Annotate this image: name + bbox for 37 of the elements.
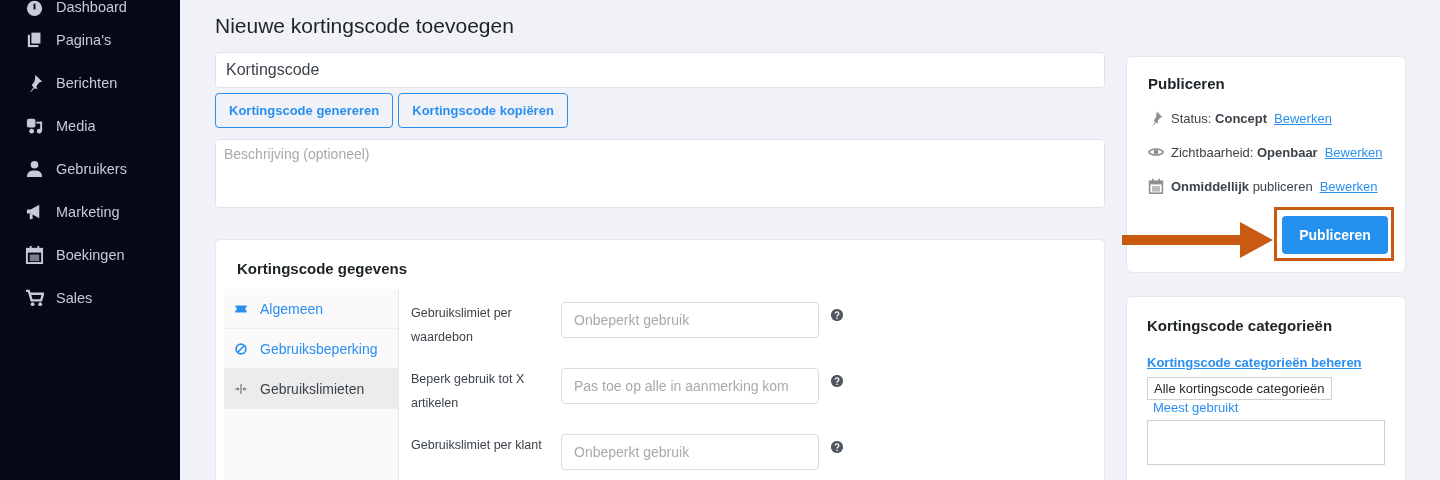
limits-icon xyxy=(234,381,248,396)
sidebar-item[interactable]: Dashboard xyxy=(0,0,180,18)
card-title: Kortingscode gegevens xyxy=(237,260,409,277)
category-tab[interactable]: Alle kortingscode categorieën xyxy=(1147,377,1332,400)
cart-icon xyxy=(25,288,44,307)
publish-info: Status: Concept xyxy=(1171,110,1268,126)
help-icon[interactable] xyxy=(831,375,843,387)
pages-icon xyxy=(25,30,44,49)
sidebar-item[interactable]: Gebruikers xyxy=(0,147,180,190)
card-title: Kortingscode categorieën xyxy=(1147,317,1334,334)
publish-info: Zichtbaarheid: Openbaar xyxy=(1171,144,1318,160)
limit-input-field[interactable]: Onbeperkt gebruik xyxy=(561,434,819,470)
code-input-field[interactable]: Kortingscode xyxy=(215,52,1105,88)
page-title: Nieuwe kortingscode toevoegen xyxy=(215,14,515,38)
description-field[interactable]: Beschrijving (optioneel) xyxy=(215,139,1105,208)
limit-input-field[interactable]: Onbeperkt gebruik xyxy=(561,302,819,338)
sidebar-item[interactable]: Pagina's xyxy=(0,18,180,61)
user-icon xyxy=(25,159,44,178)
card-title: Publiceren xyxy=(1148,75,1226,92)
limit-input-field[interactable]: Pas toe op alle in aanmerking kom xyxy=(561,368,819,404)
calendar-icon xyxy=(25,245,44,264)
publish-info: Onmiddellijk publiceren xyxy=(1171,178,1313,194)
sidebar-item[interactable]: Sales xyxy=(0,276,180,319)
sidebar-item[interactable]: Marketing xyxy=(0,190,180,233)
field-label: Beperk gebruik tot X artikelen xyxy=(411,371,526,412)
field-label: Gebruikslimiet per klant xyxy=(411,437,543,454)
sidebar-item[interactable]: Boekingen xyxy=(0,233,180,276)
settings-tab[interactable]: Gebruikslimieten xyxy=(224,369,398,409)
sidebar-item[interactable]: Berichten xyxy=(0,61,180,104)
help-icon[interactable] xyxy=(831,309,843,321)
sidebar-item[interactable]: Media xyxy=(0,104,180,147)
help-icon[interactable] xyxy=(831,441,843,453)
ban-icon xyxy=(234,341,248,356)
field-label: Gebruikslimiet per waardebon xyxy=(411,305,513,346)
calendar-icon xyxy=(1148,178,1164,194)
category-tab[interactable]: Meest gebruikt xyxy=(1147,400,1245,415)
media-icon xyxy=(25,116,44,135)
